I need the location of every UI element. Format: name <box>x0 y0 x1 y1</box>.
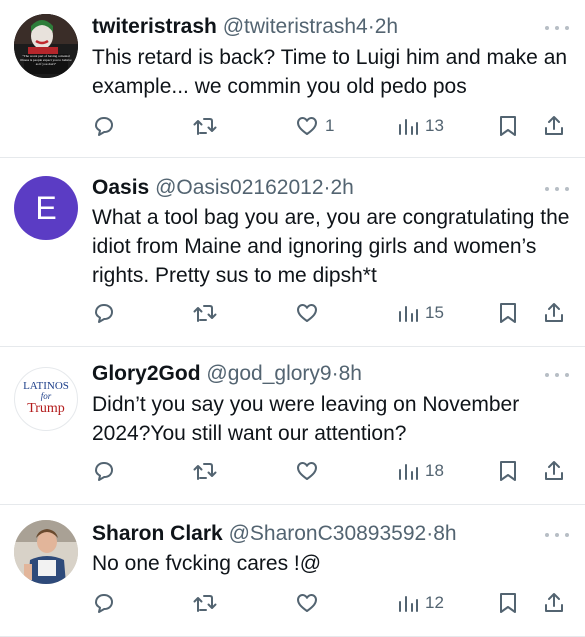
tweet-header: Glory2God @god_glory9·8h <box>92 361 545 387</box>
retweet-button[interactable] <box>192 588 218 618</box>
tweet-actions: 12 <box>92 588 571 618</box>
share-icon <box>545 303 563 322</box>
avatar-caption: "The worst part of having a mental illne… <box>20 54 72 66</box>
display-name[interactable]: twiteristrash <box>92 15 217 38</box>
views-count: 12 <box>425 593 444 612</box>
views-button[interactable]: 13 <box>397 111 444 141</box>
tweet-text: No one fvcking cares !@ <box>92 552 322 575</box>
bookmark-button[interactable] <box>497 111 519 141</box>
share-icon <box>545 461 563 480</box>
handle[interactable]: @SharonC30893592 <box>229 522 427 545</box>
reply-icon <box>95 304 113 323</box>
tweet-text: Didn’t you say you were leaving on Novem… <box>92 393 520 445</box>
avatar[interactable]: LATINOS for Trump <box>14 367 78 431</box>
like-button[interactable]: 1 <box>295 111 334 141</box>
retweet-icon <box>193 463 217 480</box>
like-icon <box>297 462 317 480</box>
tweet-text: What a tool bag you are, you are congrat… <box>92 206 570 287</box>
separator-dot: · <box>367 15 375 38</box>
separator-dot: · <box>323 176 331 199</box>
retweet-icon <box>193 305 217 322</box>
share-button[interactable] <box>542 298 566 328</box>
separator-dot: · <box>331 362 339 385</box>
tweet-actions: 1 13 <box>92 111 571 141</box>
tweet[interactable]: E Oasis @Oasis02162012·2h What a tool ba… <box>0 158 585 347</box>
reply-icon <box>95 462 113 481</box>
share-button[interactable] <box>542 111 566 141</box>
tweet[interactable]: Sharon Clark @SharonC30893592·8h No one … <box>0 505 585 637</box>
tweet[interactable]: "The worst part of having a mental illne… <box>0 0 585 158</box>
like-button[interactable] <box>295 588 325 618</box>
avatar-logo-line3: Trump <box>27 401 65 416</box>
views-icon <box>399 464 418 480</box>
retweet-button[interactable] <box>192 456 218 486</box>
timestamp[interactable]: 8h <box>433 522 456 545</box>
more-icon[interactable] <box>545 370 569 380</box>
like-icon <box>297 117 317 135</box>
avatar-logo-line2: for <box>40 391 52 401</box>
tweet-actions: 15 <box>92 298 571 328</box>
bookmark-icon <box>500 461 516 481</box>
like-button[interactable] <box>295 456 325 486</box>
like-icon <box>297 304 317 322</box>
views-count: 13 <box>425 116 444 135</box>
handle[interactable]: @god_glory9 <box>206 362 331 385</box>
retweet-icon <box>193 595 217 612</box>
like-icon <box>297 594 317 612</box>
bookmark-button[interactable] <box>497 456 519 486</box>
tweet-header: twiteristrash @twiteristrash4·2h <box>92 14 545 40</box>
avatar-letter: E <box>35 189 57 226</box>
views-count: 15 <box>425 303 444 322</box>
tweet-actions: 18 <box>92 456 571 486</box>
share-button[interactable] <box>542 456 566 486</box>
share-button[interactable] <box>542 588 566 618</box>
reply-icon <box>95 594 113 613</box>
views-button[interactable]: 15 <box>397 298 444 328</box>
views-button[interactable]: 18 <box>397 456 444 486</box>
retweet-button[interactable] <box>192 111 218 141</box>
bookmark-button[interactable] <box>497 298 519 328</box>
more-icon[interactable] <box>545 530 569 540</box>
avatar-photo <box>14 520 78 584</box>
views-count: 18 <box>425 461 444 480</box>
reply-button[interactable] <box>92 588 116 618</box>
bookmark-icon <box>500 593 516 613</box>
views-icon <box>399 596 418 612</box>
more-icon[interactable] <box>545 184 569 194</box>
share-icon <box>545 116 563 135</box>
bookmark-icon <box>500 116 516 136</box>
reply-button[interactable] <box>92 456 116 486</box>
views-button[interactable]: 12 <box>397 588 444 618</box>
like-count: 1 <box>325 116 335 135</box>
reply-button[interactable] <box>92 111 116 141</box>
handle[interactable]: @twiteristrash4 <box>223 15 368 38</box>
reply-button[interactable] <box>92 298 116 328</box>
views-icon <box>399 119 418 135</box>
tweet-header: Sharon Clark @SharonC30893592·8h <box>92 521 545 547</box>
avatar[interactable] <box>14 520 78 584</box>
timestamp[interactable]: 2h <box>375 15 398 38</box>
handle[interactable]: @Oasis02162012 <box>155 176 323 199</box>
bookmark-button[interactable] <box>497 588 519 618</box>
avatar[interactable]: E <box>14 176 78 240</box>
views-icon <box>399 306 418 322</box>
timestamp[interactable]: 8h <box>339 362 362 385</box>
display-name[interactable]: Glory2God <box>92 362 201 385</box>
retweet-icon <box>193 118 217 135</box>
reply-feed: "The worst part of having a mental illne… <box>0 0 585 637</box>
share-icon <box>545 593 563 612</box>
like-button[interactable] <box>295 298 325 328</box>
display-name[interactable]: Sharon Clark <box>92 522 223 545</box>
tweet-text: This retard is back? Time to Luigi him a… <box>92 46 568 98</box>
timestamp[interactable]: 2h <box>331 176 354 199</box>
tweet-header: Oasis @Oasis02162012·2h <box>92 175 545 201</box>
tweet[interactable]: LATINOS for Trump Glory2God @god_glory9·… <box>0 347 585 505</box>
retweet-button[interactable] <box>192 298 218 328</box>
reply-icon <box>95 117 113 136</box>
avatar[interactable]: "The worst part of having a mental illne… <box>14 14 78 78</box>
display-name[interactable]: Oasis <box>92 176 149 199</box>
more-icon[interactable] <box>545 23 569 33</box>
bookmark-icon <box>500 303 516 323</box>
